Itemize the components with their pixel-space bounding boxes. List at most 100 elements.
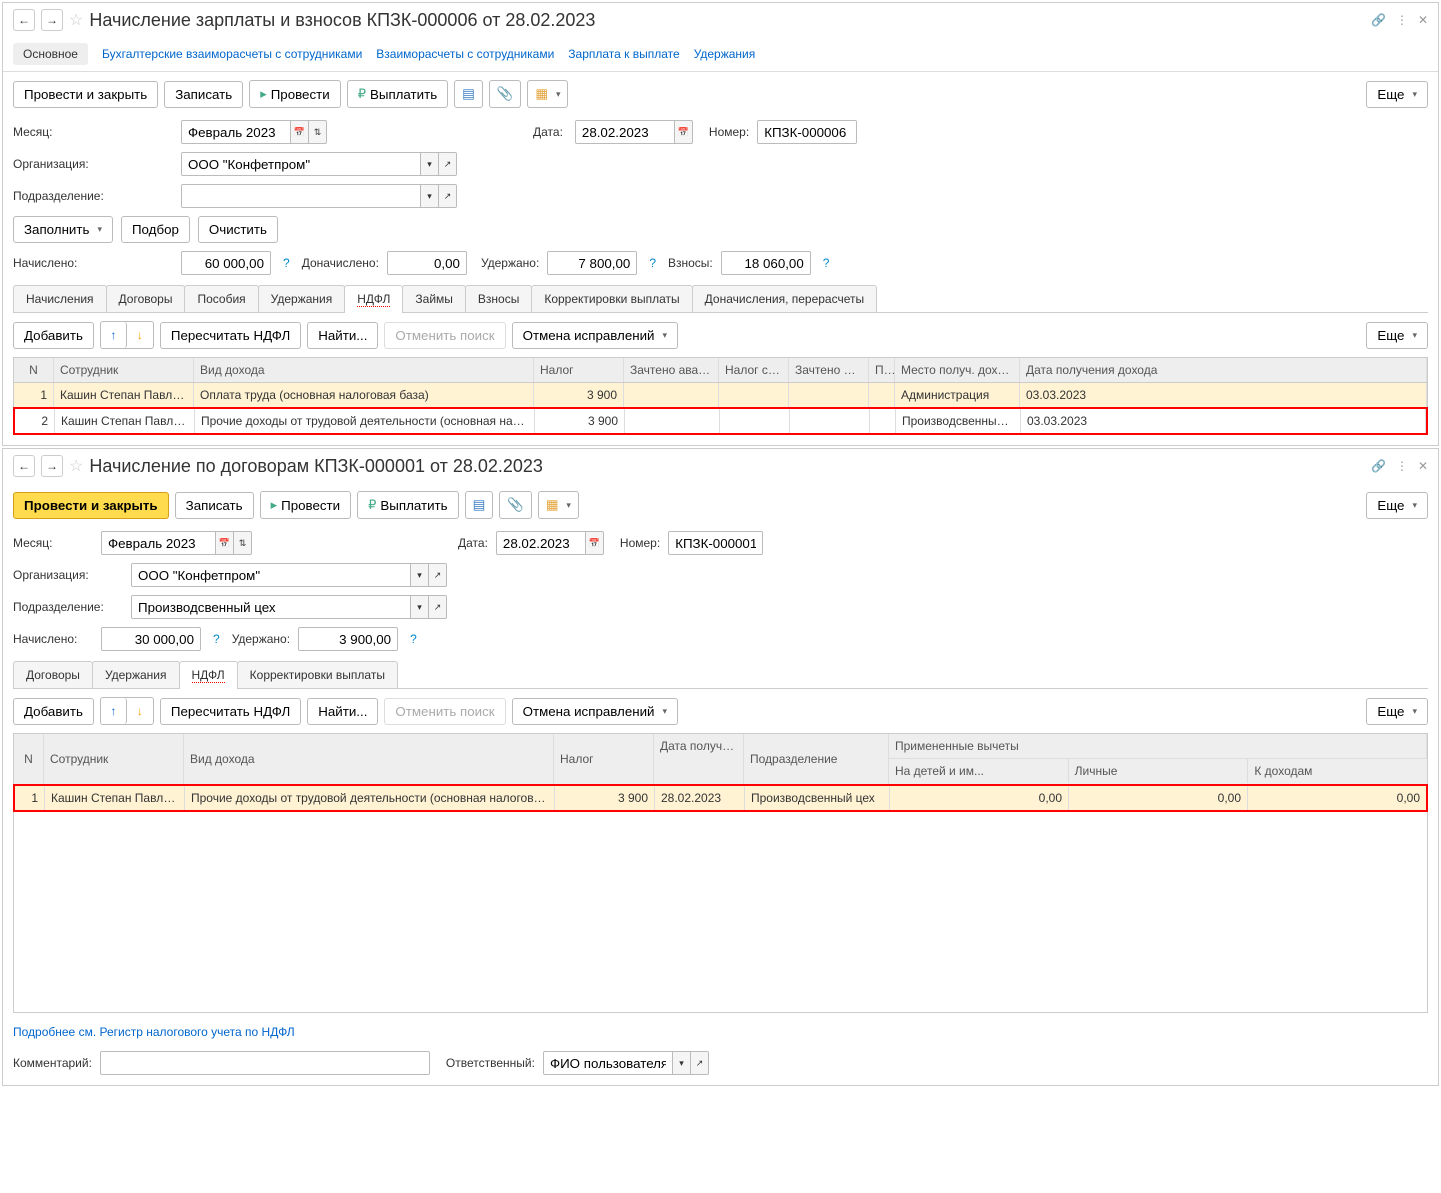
org-input-2[interactable] — [131, 563, 411, 587]
comment-input[interactable] — [100, 1051, 430, 1075]
tab-link2[interactable]: Взаиморасчеты с сотрудниками — [376, 47, 554, 61]
tab-ndfl[interactable]: НДФЛ — [344, 285, 403, 312]
col2-dept[interactable]: Подразделение — [744, 734, 889, 784]
dropdown-icon-3[interactable]: ▾ — [411, 563, 429, 587]
save-button[interactable]: Записать — [164, 81, 243, 108]
find-button[interactable]: Найти... — [307, 322, 378, 349]
col-emp[interactable]: Сотрудник — [54, 358, 194, 382]
table-row[interactable]: 1 Кашин Степан Павлович Оплата труда (ос… — [14, 383, 1427, 408]
month-input-2[interactable] — [101, 531, 216, 555]
favorite-icon-2[interactable]: ☆ — [69, 456, 83, 476]
tab-main[interactable]: Основное — [13, 43, 88, 65]
spinner-icon[interactable]: ⇅ — [309, 120, 327, 144]
tab-link4[interactable]: Удержания — [694, 47, 756, 61]
close-icon[interactable]: ✕ — [1418, 13, 1428, 27]
tab2-contracts[interactable]: Договоры — [13, 661, 93, 688]
number-input-2[interactable] — [668, 531, 763, 555]
open-icon-5[interactable]: ↗ — [691, 1051, 709, 1075]
folder-dropdown-button-2[interactable]: ▦ — [538, 491, 579, 519]
forward-button-2[interactable]: → — [41, 455, 63, 477]
tab2-corrections[interactable]: Корректировки выплаты — [237, 661, 398, 688]
col2-income[interactable]: Вид дохода — [184, 734, 554, 784]
pay-button[interactable]: ₽Выплатить — [347, 80, 448, 108]
dropdown-icon[interactable]: ▾ — [421, 152, 439, 176]
document-icon-button-2[interactable]: ▤ — [465, 491, 494, 519]
col-p[interactable]: П... — [869, 358, 895, 382]
col-date[interactable]: Дата получения дохода — [1020, 358, 1427, 382]
date-input[interactable] — [575, 120, 675, 144]
link-icon[interactable]: 🔗 — [1371, 13, 1386, 27]
move-up-button[interactable]: ↑ — [101, 322, 127, 348]
move-down-button[interactable]: ↓ — [127, 322, 153, 348]
col2-tax[interactable]: Налог — [554, 734, 654, 784]
find-button-2[interactable]: Найти... — [307, 698, 378, 725]
help-icon-2[interactable]: ? — [649, 256, 656, 270]
menu-icon-2[interactable]: ⋮ — [1396, 459, 1408, 473]
favorite-icon[interactable]: ☆ — [69, 10, 83, 30]
month-input[interactable] — [181, 120, 291, 144]
back-button[interactable]: ← — [13, 9, 35, 31]
org-input[interactable] — [181, 152, 421, 176]
tax-register-link[interactable]: Подробнее см. Регистр налогового учета п… — [13, 1025, 295, 1039]
sub-more-button[interactable]: Еще — [1366, 322, 1428, 349]
withheld-input[interactable] — [547, 251, 637, 275]
back-button-2[interactable]: ← — [13, 455, 35, 477]
post-button[interactable]: ▸Провести — [249, 80, 341, 108]
save-button-2[interactable]: Записать — [175, 492, 254, 519]
col2-n[interactable]: N — [14, 734, 44, 784]
select-button[interactable]: Подбор — [121, 216, 190, 243]
calendar-icon[interactable]: 📅 — [291, 120, 309, 144]
accrued-extra-input[interactable] — [387, 251, 467, 275]
dropdown-icon-4[interactable]: ▾ — [411, 595, 429, 619]
folder-dropdown-button[interactable]: ▦ — [527, 80, 568, 108]
tab-loans[interactable]: Займы — [402, 285, 466, 312]
calendar-icon-2[interactable]: 📅 — [675, 120, 693, 144]
col2-date[interactable]: Дата получения ... — [654, 734, 744, 784]
attach-button-2[interactable]: 📎 — [499, 491, 532, 519]
fill-button[interactable]: Заполнить — [13, 216, 113, 243]
col2-inc[interactable]: К доходам — [1248, 759, 1427, 783]
undo-fix-button[interactable]: Отмена исправлений — [512, 322, 678, 349]
sub-more-button-2[interactable]: Еще — [1366, 698, 1428, 725]
tab2-ndfl[interactable]: НДФЛ — [179, 661, 238, 688]
dept-input[interactable] — [181, 184, 421, 208]
tab-benefits[interactable]: Пособия — [184, 285, 258, 312]
move-down-button-2[interactable]: ↓ — [127, 698, 153, 724]
help-icon-3[interactable]: ? — [823, 256, 830, 270]
tab-contributions[interactable]: Взносы — [465, 285, 532, 312]
table-row-2[interactable]: 1 Кашин Степан Павлович Прочие доходы от… — [13, 784, 1428, 812]
dropdown-icon-5[interactable]: ▾ — [673, 1051, 691, 1075]
col2-emp[interactable]: Сотрудник — [44, 734, 184, 784]
recalc-button[interactable]: Пересчитать НДФЛ — [160, 322, 301, 349]
open-icon[interactable]: ↗ — [439, 152, 457, 176]
open-icon-4[interactable]: ↗ — [429, 595, 447, 619]
tab-link3[interactable]: Зарплата к выплате — [568, 47, 679, 61]
help-icon-5[interactable]: ? — [410, 632, 417, 646]
attach-button[interactable]: 📎 — [489, 80, 522, 108]
col-adv2[interactable]: Зачтено аван... — [789, 358, 869, 382]
more-button-2[interactable]: Еще — [1366, 492, 1428, 519]
more-button[interactable]: Еще — [1366, 81, 1428, 108]
post-close-button-2[interactable]: Провести и закрыть — [13, 492, 169, 519]
menu-icon[interactable]: ⋮ — [1396, 13, 1408, 27]
col-n[interactable]: N — [14, 358, 54, 382]
add-button[interactable]: Добавить — [13, 322, 94, 349]
tab2-deductions[interactable]: Удержания — [92, 661, 180, 688]
dept-input-2[interactable] — [131, 595, 411, 619]
help-icon-4[interactable]: ? — [213, 632, 220, 646]
col-place[interactable]: Место получ. дохода — [895, 358, 1020, 382]
move-up-button-2[interactable]: ↑ — [101, 698, 127, 724]
table-row[interactable]: 2 Кашин Степан Павлович Прочие доходы от… — [13, 407, 1428, 435]
calendar-icon-4[interactable]: 📅 — [586, 531, 604, 555]
date-input-2[interactable] — [496, 531, 586, 555]
col2-deductions[interactable]: Примененные вычеты — [889, 734, 1427, 759]
tab-deductions[interactable]: Удержания — [258, 285, 346, 312]
col2-kids[interactable]: На детей и им... — [889, 759, 1069, 783]
col-taxp[interactable]: Налог с пр... — [719, 358, 789, 382]
help-icon-1[interactable]: ? — [283, 256, 290, 270]
undo-fix-button-2[interactable]: Отмена исправлений — [512, 698, 678, 725]
col-adv[interactable]: Зачтено авансов — [624, 358, 719, 382]
recalc-button-2[interactable]: Пересчитать НДФЛ — [160, 698, 301, 725]
post-button-2[interactable]: ▸Провести — [260, 491, 352, 519]
open-icon-3[interactable]: ↗ — [429, 563, 447, 587]
